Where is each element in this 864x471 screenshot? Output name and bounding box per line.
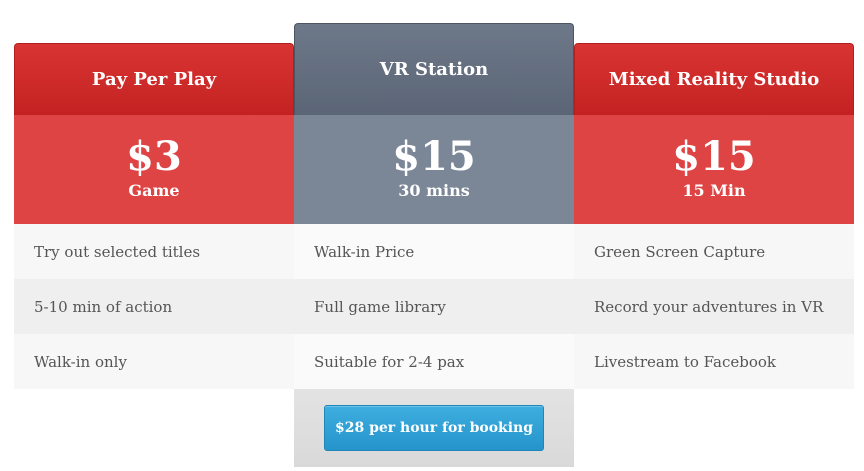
plan-price-unit: Game	[128, 180, 180, 200]
feature-row: Suitable for 2-4 pax	[294, 334, 574, 389]
plan-title: Mixed Reality Studio	[574, 43, 854, 115]
plan-price-unit: 15 Min	[682, 180, 746, 200]
feature-row: Record your adventures in VR	[574, 279, 854, 334]
plan-price-block: $3 Game	[14, 115, 294, 224]
plan-price-block: $15 15 Min	[574, 115, 854, 224]
booking-button[interactable]: $28 per hour for booking	[324, 405, 544, 451]
feature-row: Full game library	[294, 279, 574, 334]
plan-price: $3	[126, 132, 182, 180]
feature-row: 5-10 min of action	[14, 279, 294, 334]
plan-footer: $28 per hour for booking	[294, 389, 574, 467]
feature-row: Walk-in only	[14, 334, 294, 389]
plan-price: $15	[672, 132, 756, 180]
feature-row: Walk-in Price	[294, 224, 574, 279]
plan-price: $15	[392, 132, 476, 180]
pricing-table: Pay Per Play $3 Game Try out selected ti…	[0, 0, 864, 471]
plan-pay-per-play: Pay Per Play $3 Game Try out selected ti…	[14, 43, 294, 389]
feature-row: Livestream to Facebook	[574, 334, 854, 389]
plan-mixed-reality-studio: Mixed Reality Studio $15 15 Min Green Sc…	[574, 43, 854, 389]
feature-row: Green Screen Capture	[574, 224, 854, 279]
plan-price-block: $15 30 mins	[294, 115, 574, 224]
plan-vr-station: VR Station $15 30 mins Walk-in Price Ful…	[294, 23, 574, 467]
feature-row: Try out selected titles	[14, 224, 294, 279]
plan-title: VR Station	[294, 23, 574, 115]
plan-price-unit: 30 mins	[398, 180, 470, 200]
plan-title: Pay Per Play	[14, 43, 294, 115]
